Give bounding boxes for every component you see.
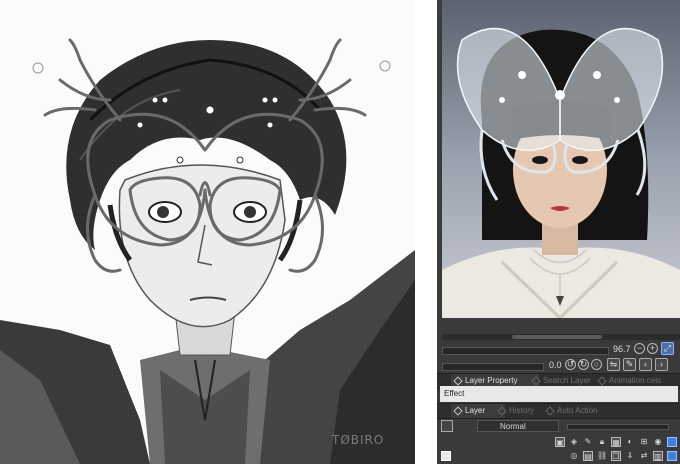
angle-value[interactable]: 0.0 bbox=[549, 360, 562, 370]
scrollbar-thumb[interactable] bbox=[512, 335, 602, 339]
panel-divider bbox=[415, 0, 437, 464]
side-panel: 96.7 − + ⤢ 0.0 ↺ ↻ ○ ⇋ ✎ ‹ › Layer Prope… bbox=[437, 0, 680, 464]
next-image-icon[interactable]: › bbox=[655, 358, 668, 371]
history-icon bbox=[497, 406, 507, 416]
layer-color-icon[interactable] bbox=[667, 437, 677, 447]
sketch-illustration bbox=[0, 0, 415, 464]
artist-signature: TØBIRO bbox=[332, 433, 385, 447]
folder-icon[interactable]: ▤ bbox=[583, 451, 593, 461]
palette-icon[interactable]: ◉ bbox=[653, 437, 663, 447]
transfer-icon[interactable]: ⇄ bbox=[639, 451, 649, 461]
visibility-icon[interactable]: ◎ bbox=[569, 451, 579, 461]
draft-icon[interactable]: ✎ bbox=[583, 437, 593, 447]
new-layer-icon[interactable] bbox=[441, 451, 451, 461]
ruler-icon[interactable]: ⊞ bbox=[639, 437, 649, 447]
link-icon[interactable]: ⛓︎ bbox=[597, 451, 607, 461]
tab-label: Layer Property bbox=[465, 376, 518, 385]
tab-label: Animation cels bbox=[609, 376, 662, 385]
tab-label: Auto Action bbox=[557, 406, 598, 415]
rotate-slider[interactable] bbox=[442, 363, 544, 371]
fit-view-icon[interactable]: ⤢ bbox=[661, 342, 674, 355]
lock-alpha-icon[interactable]: ▦ bbox=[611, 437, 621, 447]
blend-mode-select[interactable]: Normal bbox=[477, 420, 559, 432]
reference-photo bbox=[442, 0, 680, 318]
rotate-left-icon[interactable]: ↺ bbox=[565, 359, 576, 370]
layer-color-icon-2[interactable] bbox=[667, 451, 677, 461]
zoom-out-icon[interactable]: − bbox=[634, 343, 645, 354]
zoom-row: 96.7 − + ⤢ bbox=[437, 342, 680, 358]
zoom-in-icon[interactable]: + bbox=[647, 343, 658, 354]
animation-cels-icon bbox=[597, 376, 607, 386]
layer-property-icon bbox=[453, 376, 463, 386]
layer-tab-bar: Layer History Auto Action bbox=[437, 403, 680, 419]
zoom-value[interactable]: 96.7 bbox=[613, 344, 631, 354]
clip-icon[interactable]: ▣ bbox=[555, 437, 565, 447]
rotate-right-icon[interactable]: ↻ bbox=[578, 359, 589, 370]
reference-horizontal-scrollbar[interactable] bbox=[442, 334, 680, 340]
reference-image-view[interactable] bbox=[442, 0, 680, 318]
layer-icon bbox=[453, 406, 463, 416]
flip-icon[interactable]: ⇋ bbox=[607, 358, 620, 371]
duplicate-icon[interactable]: ❐ bbox=[611, 451, 621, 461]
tab-label: Layer bbox=[465, 406, 486, 415]
tab-auto-action[interactable]: Auto Action bbox=[543, 404, 617, 418]
search-layer-icon bbox=[531, 376, 541, 386]
prev-image-icon[interactable]: ‹ bbox=[639, 358, 652, 371]
auto-action-icon bbox=[545, 406, 555, 416]
merge-icon[interactable]: ⇓ bbox=[625, 451, 635, 461]
rotate-row: 0.0 ↺ ↻ ○ ⇋ ✎ ‹ › bbox=[437, 358, 680, 374]
tab-label: History bbox=[509, 406, 534, 415]
pick-color-icon[interactable]: ✎ bbox=[623, 358, 636, 371]
delete-icon[interactable]: ▥ bbox=[653, 451, 663, 461]
opacity-slider[interactable] bbox=[567, 424, 669, 430]
ref-layer-icon[interactable]: ◈ bbox=[569, 437, 579, 447]
mask-icon[interactable]: ◐ bbox=[625, 437, 635, 447]
lock-icon[interactable]: 🔒︎ bbox=[597, 437, 607, 447]
zoom-slider[interactable] bbox=[442, 347, 609, 355]
layer-tool-row: ▣ ◈ ✎ 🔒︎ ▦ ◐ ⊞ ◉ bbox=[437, 436, 680, 450]
reset-rotate-icon[interactable]: ○ bbox=[591, 359, 602, 370]
layer-tool-row-2: ◎ ▤ ⛓︎ ❐ ⇓ ⇄ ▥ bbox=[437, 450, 680, 464]
layer-thumbnail-toggle[interactable] bbox=[441, 420, 453, 432]
effect-section[interactable]: Effect bbox=[440, 386, 678, 402]
blend-mode-row: Normal bbox=[437, 418, 680, 434]
tab-label: Search Layer bbox=[543, 376, 591, 385]
artwork-canvas[interactable]: TØBIRO bbox=[0, 0, 415, 464]
